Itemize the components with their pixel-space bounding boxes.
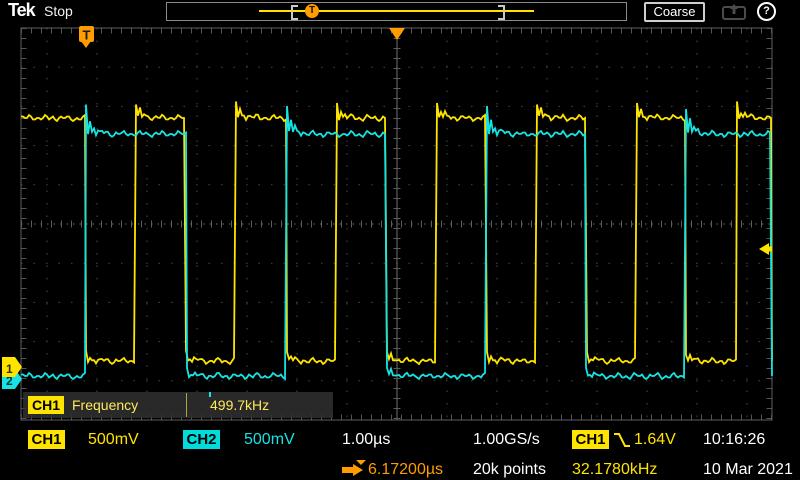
record-extent-line (259, 10, 534, 12)
trigger-point-flag[interactable]: T (79, 26, 94, 48)
ch1-ground-marker[interactable]: 1 (2, 357, 22, 377)
record-length: 20k points (473, 461, 546, 479)
trigger-position-marker[interactable] (389, 28, 405, 40)
acquisition-status: Stop (44, 3, 73, 19)
record-view-bar[interactable]: T (166, 2, 627, 21)
ch2-scale[interactable]: 500mV (244, 431, 295, 449)
window-left-bracket (291, 5, 298, 20)
oscilloscope-screen: T 2 1 Tek Stop T Coarse ? CH1 Frequency (0, 0, 800, 480)
horizontal-position[interactable]: 6.17200µs (368, 461, 443, 479)
coarse-button[interactable]: Coarse (644, 2, 705, 22)
ch1-badge[interactable]: CH1 (28, 430, 65, 449)
tek-logo: Tek (8, 0, 35, 21)
measurement-name: Frequency (72, 397, 138, 413)
falling-edge-icon (612, 430, 632, 450)
measurement-bar: CH1 Frequency 499.7kHz (23, 392, 333, 418)
record-trigger-marker: T (305, 4, 319, 18)
window-right-bracket (498, 5, 505, 20)
trigger-source-badge[interactable]: CH1 (572, 430, 609, 449)
measurement-value: 499.7kHz (210, 397, 269, 413)
horizontal-scale[interactable]: 1.00µs (342, 431, 390, 449)
date: 10 Mar 2021 (703, 461, 793, 479)
ch1-marker-label: 1 (6, 362, 13, 376)
ch1-scale[interactable]: 500mV (88, 431, 139, 449)
sample-rate: 1.00GS/s (473, 431, 540, 449)
trigger-level[interactable]: 1.64V (634, 431, 676, 449)
ch2-badge[interactable]: CH2 (183, 430, 220, 449)
clock-time: 10:16:26 (703, 431, 765, 449)
horizontal-delay-icon (340, 460, 366, 477)
help-icon[interactable]: ? (757, 2, 776, 21)
measurement-source-badge: CH1 (28, 396, 64, 414)
trigger-flag-glyph: T (83, 28, 91, 43)
save-icon[interactable] (722, 3, 748, 20)
trigger-frequency: 32.1780kHz (572, 461, 657, 479)
measurement-divider (186, 393, 187, 417)
